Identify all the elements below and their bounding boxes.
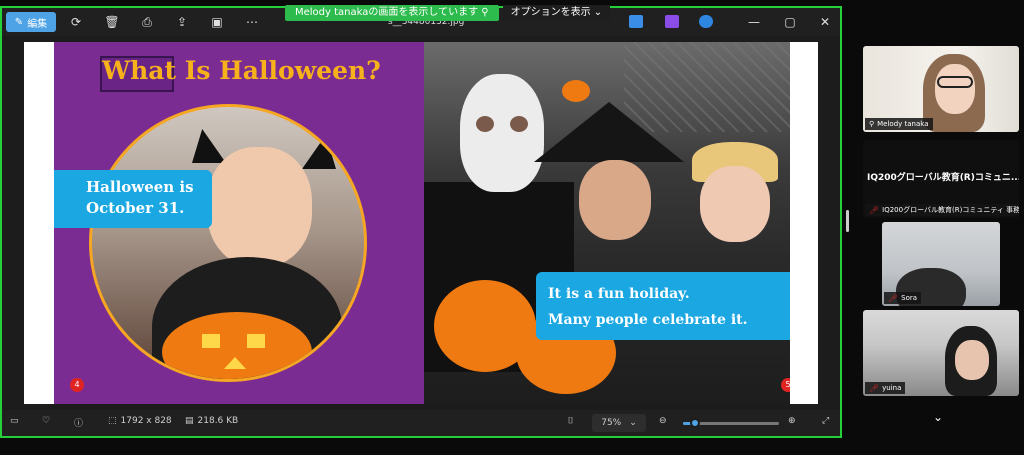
left-page: What Is Halloween? Halloween is October … (54, 42, 424, 404)
fullscreen-icon[interactable]: ⤢ (822, 416, 829, 426)
pumpkin-eye (202, 334, 220, 348)
participant-name: IQ200グローバル教育(R)コミュニティ 事務局 (882, 206, 1019, 214)
participant-name-badge: 🎤︎ yuina (865, 382, 906, 394)
screen: Melody tanakaの画面を表示しています ⚲ オプションを表示 ⌄ ✎ … (0, 0, 1024, 455)
image-canvas[interactable]: What Is Halloween? Halloween is October … (2, 36, 840, 410)
pumpkin (162, 312, 312, 379)
participant-face (955, 340, 989, 380)
zoom-slider-handle[interactable] (689, 418, 700, 428)
participant-tile-video[interactable]: 🎤︎ Sora (882, 222, 1000, 306)
close-icon[interactable]: ✕ (816, 12, 834, 32)
edit-label: 編集 (27, 18, 48, 30)
mask-eye (476, 116, 494, 132)
filmstrip-icon[interactable]: ▭ (10, 416, 19, 426)
photo-viewer-window: ✎ 編集 ⟳ 🗑 ⎙ ⇪ ▣ ⋯ s__34480132.jpg — ▢ ✕ W… (0, 6, 842, 438)
pumpkin-nose (224, 357, 246, 369)
onedrive-icon[interactable] (699, 15, 713, 28)
cat-ear-right (302, 135, 336, 169)
delete-icon[interactable]: 🗑 (102, 12, 122, 32)
callout-line: Halloween is (86, 178, 194, 196)
edit-icon: ✎ (14, 16, 24, 28)
file-size: ▤ 218.6 KB (185, 416, 238, 426)
file-size-icon: ▤ (185, 416, 194, 426)
video-editor-icon[interactable] (665, 15, 679, 28)
pumpkin-garland (562, 80, 590, 102)
slideshow-icon[interactable]: ▣ (207, 12, 227, 32)
chevron-down-icon[interactable]: ⌄ (933, 410, 943, 424)
mic-muted-icon: 🎤︎ (869, 205, 880, 215)
info-icon[interactable]: ⓘ (74, 416, 83, 429)
maximize-icon[interactable]: ▢ (781, 12, 799, 32)
participant-name: Melody tanaka (877, 120, 929, 128)
clipchamp-icon[interactable] (629, 15, 643, 28)
girl-face (207, 147, 312, 267)
mic-muted-icon: 🎤︎ (888, 293, 899, 303)
participant-name-badge: 🎤︎ IQ200グローバル教育(R)コミュニティ 事務局 (865, 204, 1019, 216)
right-page: It is a fun holiday. Many people celebra… (424, 42, 790, 404)
mask-eye (510, 116, 528, 132)
cat-ear-left (192, 129, 226, 163)
participant-tile-avatar[interactable]: IQ200グローバル教育(R)コミュニ... 🎤︎ IQ200グローバル教育(R… (863, 140, 1019, 218)
zoom-out-icon[interactable]: ⊖ (659, 416, 667, 426)
view-options-button[interactable]: オプションを表示 ⌄ (502, 5, 611, 21)
mic-muted-icon: 🎤︎ (869, 383, 880, 393)
callout-line: October 31. (86, 199, 185, 217)
participant-name-badge: ⚲ Melody tanaka (865, 118, 933, 130)
rotate-icon[interactable]: ⟳ (66, 12, 86, 32)
pumpkin-eye (247, 334, 265, 348)
more-options-icon[interactable]: ⋯ (242, 12, 262, 32)
image-dimensions: ⬚ 1792 x 828 (108, 416, 172, 426)
file-size-value: 218.6 KB (197, 416, 239, 426)
page-title: What Is Halloween? (102, 56, 381, 85)
chevron-down-icon: ⌄ (629, 418, 637, 428)
minimize-icon[interactable]: — (745, 12, 763, 32)
book-spread: What Is Halloween? Halloween is October … (24, 42, 818, 404)
viewer-status-bar: ▭ ♡ ⓘ ⬚ 1792 x 828 ▤ 218.6 KB ⌷ 75% ⌄ ⊖ … (2, 410, 840, 436)
skull-mask (460, 74, 544, 192)
zoom-value: 75% (601, 418, 622, 428)
edit-button[interactable]: ✎ 編集 (6, 12, 56, 32)
cat-kid-face (700, 166, 770, 242)
panel-resize-handle[interactable] (846, 210, 849, 232)
view-options-label: オプションを表示 (510, 7, 591, 18)
spider-web-decoration (624, 42, 790, 132)
zoom-slider[interactable] (683, 418, 779, 428)
witch-kid-face (579, 160, 651, 240)
pin-icon: ⚲ (869, 120, 875, 128)
participant-name: yuina (882, 384, 902, 392)
participant-name: Sora (901, 294, 918, 302)
dimensions-value: 1792 x 828 (120, 416, 172, 426)
screenshot-icon[interactable]: ⌷ (568, 416, 573, 426)
zoom-dropdown[interactable]: 75% ⌄ (592, 414, 646, 432)
participant-face (935, 64, 975, 114)
girl-photo-circle (89, 104, 367, 382)
holiday-callout: It is a fun holiday. Many people celebra… (536, 272, 790, 340)
favorite-heart-icon[interactable]: ♡ (42, 416, 50, 426)
glasses-icon (937, 76, 973, 88)
title-rest: Is Halloween? (176, 56, 381, 85)
share-icon[interactable]: ⇪ (172, 12, 192, 32)
dimensions-icon: ⬚ (108, 416, 117, 426)
share-message: Melody tanakaの画面を表示しています (295, 7, 479, 18)
zoom-in-icon[interactable]: ⊕ (788, 416, 796, 426)
participant-tile-video[interactable]: ⚲ Melody tanaka (863, 46, 1019, 132)
share-status-text: Melody tanakaの画面を表示しています ⚲ (285, 5, 499, 21)
participant-name-badge: 🎤︎ Sora (884, 292, 922, 304)
pin-icon[interactable]: ⚲ (481, 7, 488, 18)
page-number-badge: 5 (781, 378, 790, 392)
callout-line: It is a fun holiday. (548, 286, 690, 302)
callout-line: Many people celebrate it. (548, 312, 748, 328)
page-number-badge: 4 (70, 378, 84, 392)
date-callout: Halloween is October 31. (54, 170, 212, 228)
title-word-what: What (102, 56, 176, 85)
print-icon[interactable]: ⎙ (137, 12, 157, 32)
chevron-down-icon: ⌄ (593, 7, 603, 18)
participant-tile-video[interactable]: 🎤︎ yuina (863, 310, 1019, 396)
participant-title: IQ200グローバル教育(R)コミュニ... (867, 173, 1019, 183)
screen-share-banner: Melody tanakaの画面を表示しています ⚲ オプションを表示 ⌄ (285, 5, 611, 21)
